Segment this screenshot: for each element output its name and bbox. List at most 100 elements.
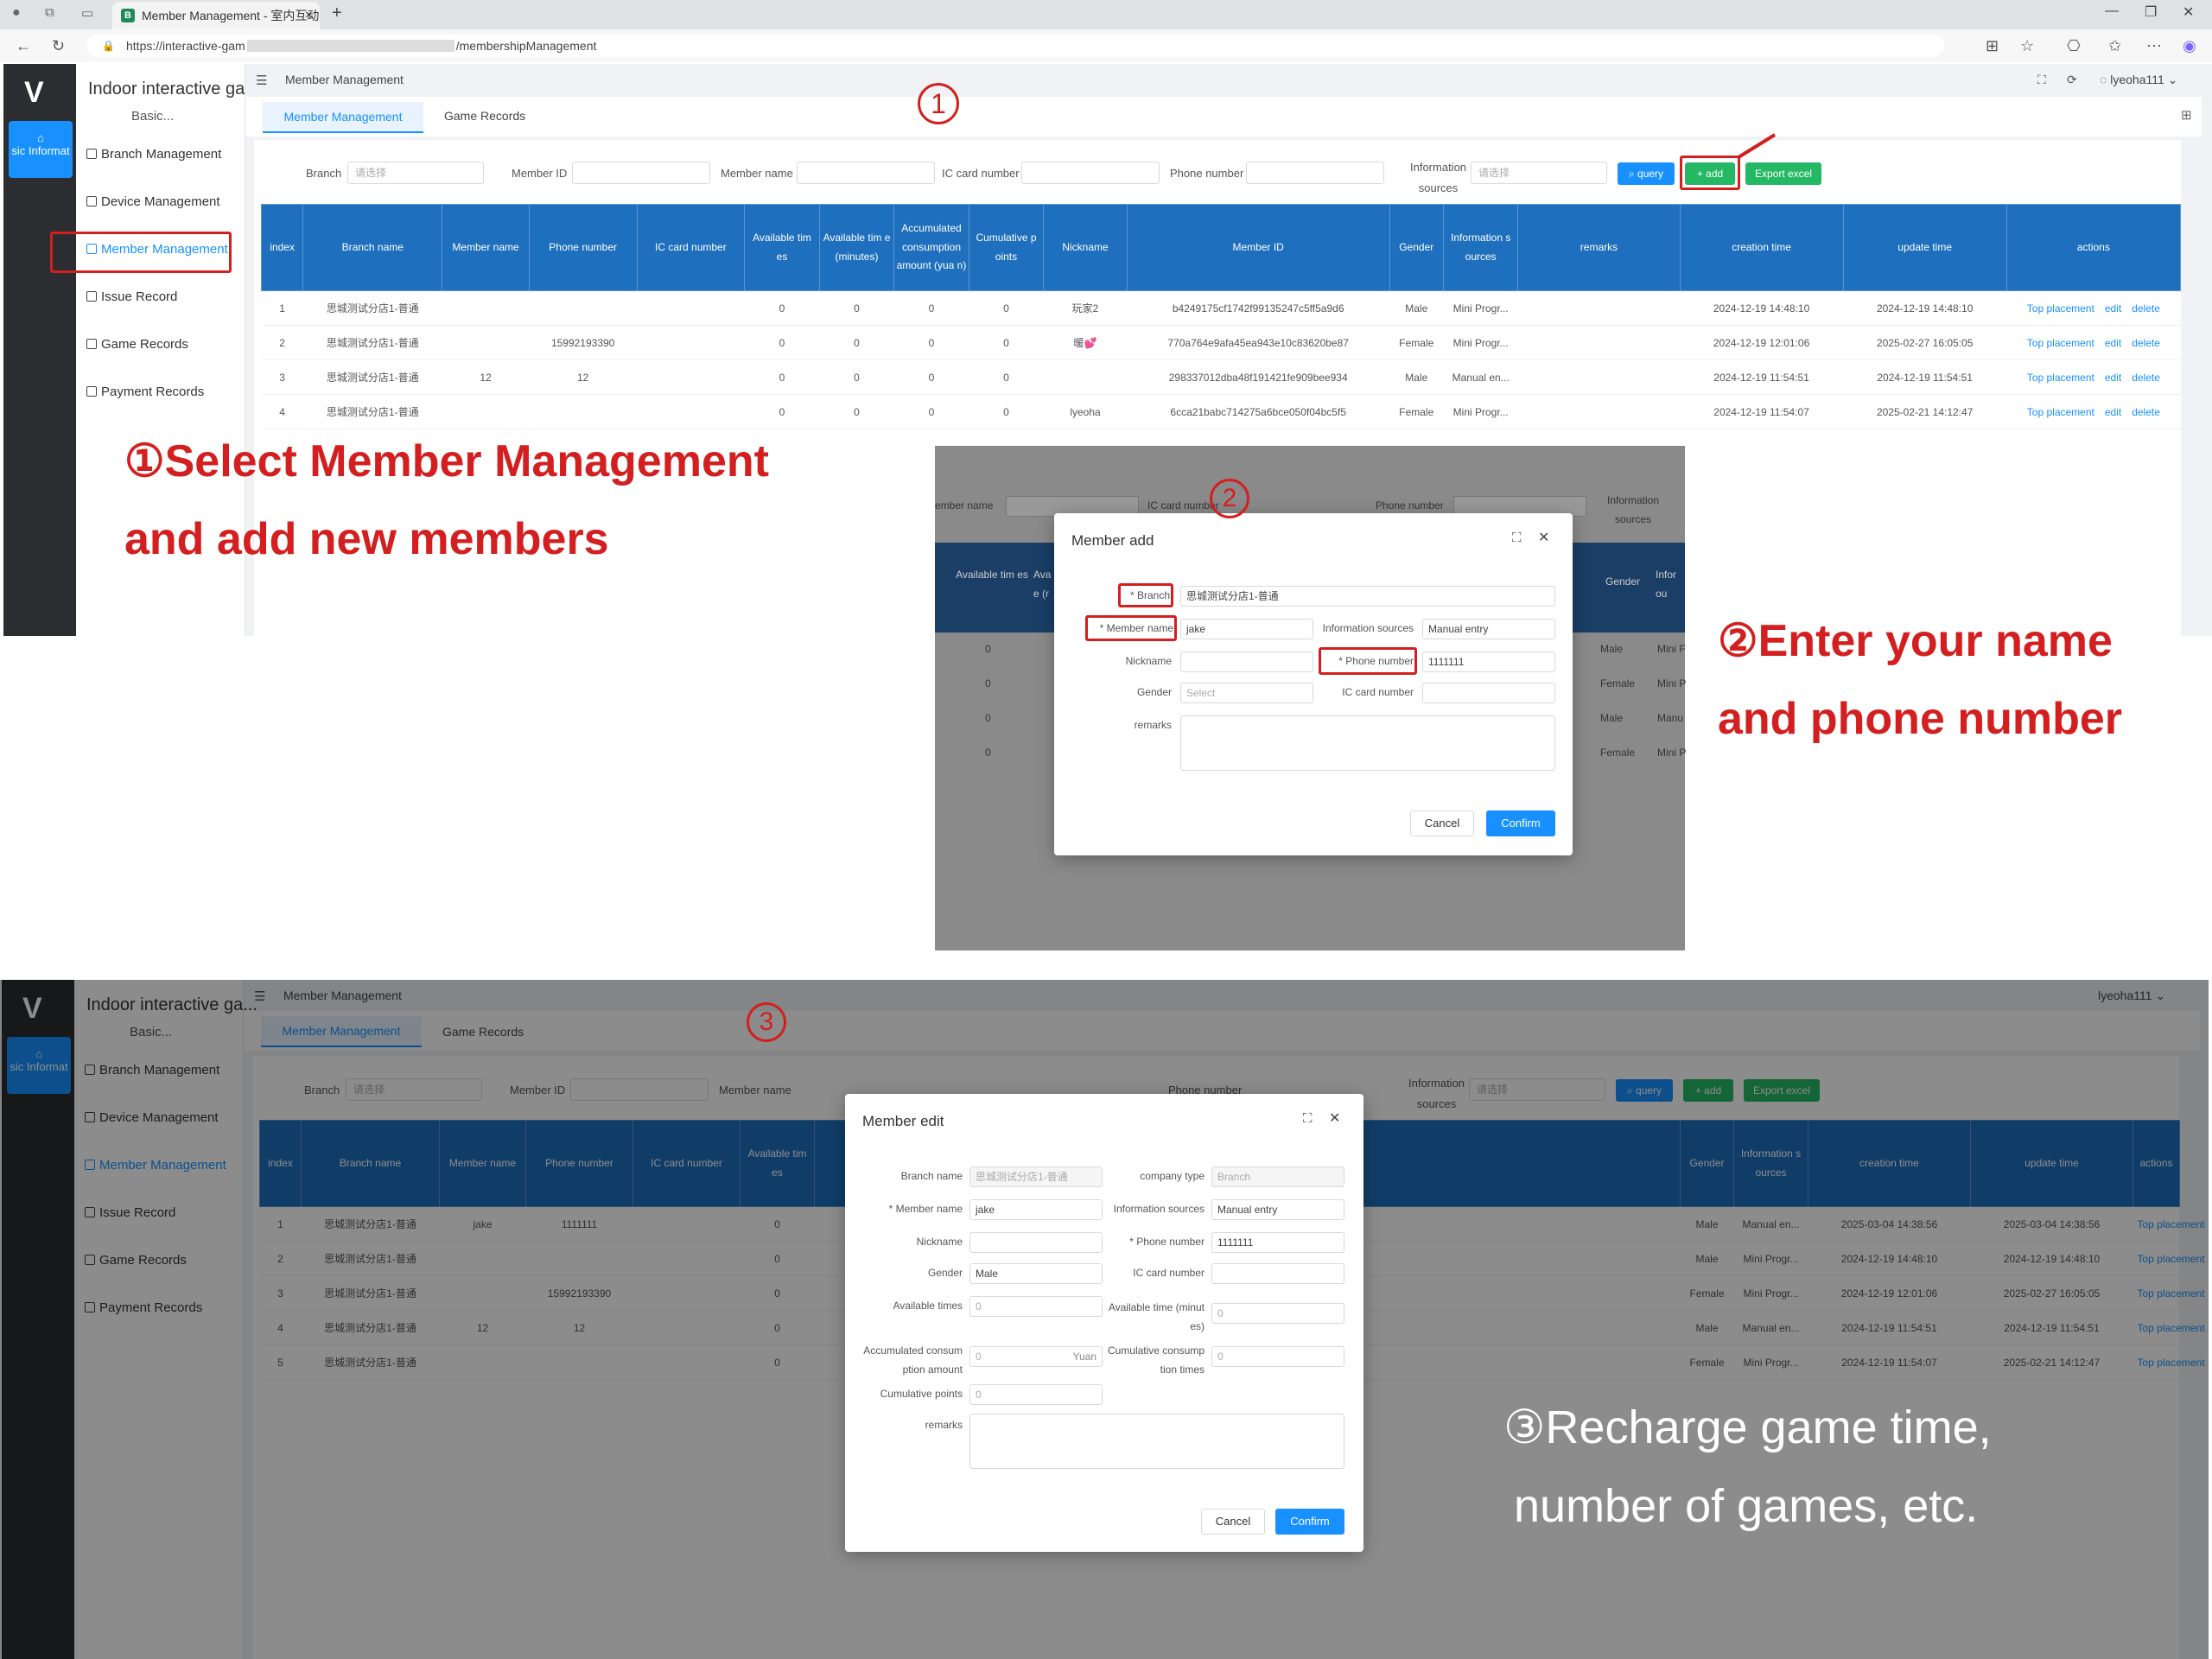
phone-input[interactable] [1246, 162, 1384, 184]
grid-menu-icon[interactable]: ⊞ [2181, 107, 2192, 123]
sidebar-item-payment[interactable]: Payment Records [86, 385, 204, 399]
input-value: 1111111 [1428, 656, 1465, 668]
minimize-icon[interactable]: — [2105, 3, 2119, 19]
input-value: jake [1186, 623, 1206, 635]
top-placement-link[interactable]: Top placement [2027, 337, 2094, 349]
tab-game-records[interactable]: Game Records [444, 109, 525, 123]
query-button[interactable]: ⌕ query [1618, 162, 1675, 185]
delete-link[interactable]: delete [2132, 372, 2160, 384]
edit-link[interactable]: edit [2105, 406, 2121, 418]
info-source-select[interactable]: Manual entry [1422, 619, 1555, 639]
cumulative-times-input[interactable]: 0 [1211, 1346, 1344, 1367]
branch-select[interactable]: 请选择 [347, 162, 484, 184]
more-icon[interactable]: ⋯ [2146, 35, 2162, 57]
column-header: remarks [1517, 204, 1681, 291]
sidebar-item-issue[interactable]: Issue Record [86, 289, 177, 304]
edit-link[interactable]: edit [2105, 372, 2121, 384]
new-tab-icon[interactable]: + [332, 3, 342, 23]
available-minutes-input[interactable]: 0 [1211, 1303, 1344, 1324]
user-menu[interactable]: ◌ lyeoha111 ⌄ [2100, 73, 2177, 87]
member-name-input[interactable] [797, 162, 935, 184]
gender-select[interactable]: Select [1180, 683, 1313, 703]
favorite-icon[interactable]: ☆ [2020, 35, 2034, 57]
cancel-button[interactable]: Cancel [1410, 810, 1474, 836]
top-placement-link[interactable]: Top placement [2027, 406, 2094, 418]
grid-icon [86, 196, 97, 207]
available-times-input[interactable]: 0 [969, 1296, 1103, 1317]
edit-link[interactable]: edit [2105, 302, 2121, 315]
phone-input[interactable]: 1111111 [1422, 652, 1555, 672]
table-cell [1517, 325, 1681, 360]
language-icon[interactable]: ⟳ [2067, 73, 2077, 87]
label-text: IC card number [1342, 686, 1414, 698]
sidebar-label: Issue Record [101, 289, 178, 304]
delete-link[interactable]: delete [2132, 302, 2160, 315]
ic-card-input[interactable] [1422, 683, 1555, 703]
sidebar-item-device[interactable]: Device Management [86, 194, 220, 209]
collapse-icon[interactable]: ☰ [256, 73, 267, 88]
workspaces-icon[interactable]: ⧉ [45, 5, 54, 20]
refresh-icon[interactable]: ↻ [52, 35, 65, 57]
table-cell: 0 [819, 359, 894, 395]
points-input[interactable]: 0 [969, 1384, 1103, 1405]
tab-label: Game Records [444, 109, 526, 123]
remarks-textarea[interactable] [1180, 715, 1555, 771]
fullscreen-icon[interactable]: ⛶ [2037, 73, 2046, 87]
dialog-title: Member add [1071, 532, 1154, 549]
home-button[interactable]: ⌂ sic Informat [9, 121, 73, 178]
back-icon[interactable]: ← [16, 35, 31, 57]
gender-select[interactable]: Male [969, 1263, 1103, 1284]
nickname-input[interactable] [1180, 652, 1313, 672]
table-cell: 2024-12-19 12:01:06 [1680, 325, 1844, 360]
edit-link[interactable]: edit [2105, 337, 2121, 349]
member-name-input[interactable]: jake [969, 1199, 1103, 1220]
delete-link[interactable]: delete [2132, 337, 2160, 349]
top-placement-link[interactable]: Top placement [2027, 372, 2094, 384]
sidebar-item-branch[interactable]: Branch Management [86, 147, 221, 162]
confirm-button[interactable]: Confirm [1275, 1509, 1344, 1535]
info-source-select[interactable]: 请选择 [1471, 162, 1607, 184]
tab-member-management[interactable]: Member Management [263, 102, 423, 133]
close-icon[interactable]: ✕ [1329, 1109, 1340, 1127]
copilot-icon[interactable]: ◉ [2183, 35, 2196, 57]
column-header: Available tim es [744, 204, 820, 291]
cancel-button[interactable]: Cancel [1201, 1509, 1265, 1535]
table-cell: 思城测试分店1-普通 [302, 325, 442, 360]
table-cell [1517, 359, 1681, 395]
table-cell: 2024-12-19 11:54:51 [1680, 359, 1844, 395]
ic-card-input[interactable] [1021, 162, 1160, 184]
delete-link[interactable]: delete [2132, 406, 2160, 418]
member-name-input[interactable]: jake [1180, 619, 1313, 639]
column-header: Member ID [1126, 204, 1390, 291]
browser-tab[interactable]: B Member Management - 室内互动 × [112, 2, 320, 29]
top-placement-link[interactable]: Top placement [2027, 302, 2094, 315]
profile-icon[interactable]: ● [12, 5, 21, 21]
ic-card-input[interactable] [1211, 1263, 1344, 1284]
tab-actions-icon[interactable]: ▭ [81, 5, 93, 21]
nickname-input[interactable] [969, 1232, 1103, 1253]
bg-source: Mini P [1657, 677, 1687, 690]
favorites-bar-icon[interactable]: ✩ [2108, 35, 2121, 57]
close-window-icon[interactable]: ✕ [2183, 3, 2194, 21]
restore-icon[interactable]: ❐ [2145, 3, 2157, 21]
branch-select[interactable]: 思城测试分店1-普通 [1180, 586, 1555, 607]
select-value: 思城测试分店1-普通 [1186, 590, 1279, 602]
maximize-icon[interactable]: ⛶ [1512, 531, 1522, 545]
extensions-icon[interactable]: ⎔ [2067, 35, 2081, 57]
close-icon[interactable]: ✕ [1538, 529, 1549, 546]
confirm-button[interactable]: Confirm [1486, 810, 1555, 836]
info-source-select[interactable]: Manual entry [1211, 1199, 1344, 1220]
export-button[interactable]: Export excel [1745, 162, 1821, 185]
sidebar-item-game[interactable]: Game Records [86, 337, 188, 352]
maximize-icon[interactable]: ⛶ [1303, 1111, 1313, 1126]
member-id-input[interactable] [572, 162, 710, 184]
address-bar[interactable]: 🔒 https://interactive-gam/membershipManag… [86, 35, 1944, 57]
accumulated-amount-input[interactable]: 0 Yuan [969, 1346, 1103, 1367]
close-tab-icon[interactable]: × [305, 2, 313, 29]
reader-icon[interactable]: ⊞ [1986, 35, 1999, 57]
table-cell [442, 325, 530, 360]
remarks-textarea[interactable] [969, 1414, 1344, 1469]
sidebar-label: Game Records [101, 337, 188, 352]
phone-input[interactable]: 1111111 [1211, 1232, 1344, 1253]
bg-ic-label: IC card number [1147, 499, 1219, 512]
